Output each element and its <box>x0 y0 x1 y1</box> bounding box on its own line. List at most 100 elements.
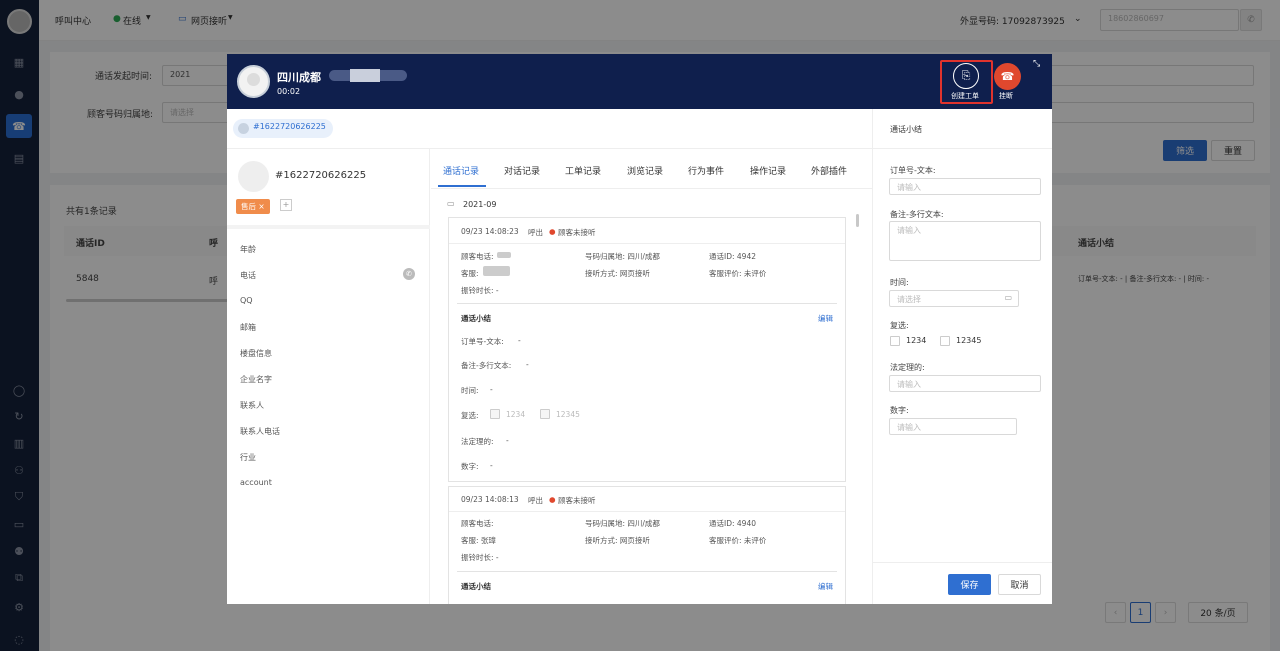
field-age: 年龄 <box>240 245 256 254</box>
record-divider <box>449 243 845 244</box>
legal-label: 法定理的: <box>890 363 925 372</box>
checkbox-1234[interactable] <box>890 336 900 346</box>
checkbox-1234-label: 1234 <box>906 336 927 345</box>
summary-order-value: - <box>518 336 521 345</box>
record-direction: 呼出 <box>528 228 543 237</box>
summary-divider <box>457 571 837 572</box>
record-time: 09/23 14:08:23 <box>461 227 519 236</box>
check-label: 复选: <box>890 321 909 330</box>
time-picker-placeholder: 请选择 <box>897 295 921 304</box>
record-origin: 号码归属地: 四川/成都 <box>585 519 660 528</box>
call-record-card: 09/23 14:08:13 呼出 ● 顾客未接听 顾客电话: 号码归属地: 四… <box>448 486 846 604</box>
calendar-icon: ▭ <box>1004 293 1012 302</box>
summary-legal-label: 法定理的: <box>461 437 494 446</box>
call-record-card: 09/23 14:08:23 呼出 ● 顾客未接听 顾客电话: 号码归属地: 四… <box>448 217 846 482</box>
records-scrollbar[interactable] <box>856 214 859 227</box>
redacted-block <box>350 69 380 82</box>
status-dot-icon: ● <box>549 495 556 504</box>
time-picker[interactable]: 请选择 ▭ <box>889 290 1019 307</box>
order-label: 订单号-文本: <box>890 166 936 175</box>
create-ticket-label[interactable]: 创建工单 <box>951 91 979 101</box>
chip-avatar-icon <box>238 123 249 134</box>
checkbox-12345-label: 12345 <box>956 336 982 345</box>
record-divider <box>449 511 845 512</box>
record-time: 09/23 14:08:13 <box>461 495 519 504</box>
modal-header: 四川成都 00:02 ⎘ 创建工单 ☎ 挂断 ⤡ <box>227 54 1052 109</box>
summary-panel-divider <box>873 148 1052 149</box>
summary-time-value: - <box>490 385 493 394</box>
record-rating: 客服评价: 未评价 <box>709 536 767 545</box>
tab-call-records[interactable]: 通话记录 <box>443 164 479 177</box>
field-email: 邮箱 <box>240 323 256 332</box>
summary-panel-title: 通话小结 <box>890 125 922 134</box>
number-label: 数字: <box>890 406 909 415</box>
summary-legal-value: - <box>506 436 509 445</box>
tab-behavior-events[interactable]: 行为事件 <box>688 164 724 177</box>
save-button[interactable]: 保存 <box>948 574 991 595</box>
record-direction: 呼出 <box>528 496 543 505</box>
minimize-icon[interactable]: ⤡ <box>1033 59 1040 69</box>
month-label: 2021-09 <box>463 200 497 209</box>
record-answer-mode: 接听方式: 网页接听 <box>585 536 650 545</box>
redacted-phone <box>497 252 511 258</box>
caller-avatar <box>237 65 270 98</box>
record-answer-mode: 接听方式: 网页接听 <box>585 269 650 278</box>
record-rating: 客服评价: 未评价 <box>709 269 767 278</box>
summary-note-value: - <box>526 360 529 369</box>
tab-external-plugins[interactable]: 外部插件 <box>811 164 847 177</box>
summary-note-label: 备注-多行文本: <box>461 361 512 370</box>
status-dot-icon: ● <box>549 227 556 236</box>
checkbox-12345[interactable] <box>940 336 950 346</box>
tabs-divider <box>431 188 872 189</box>
note-textarea[interactable]: 请输入 <box>889 221 1041 261</box>
legal-input[interactable]: 请输入 <box>889 375 1041 392</box>
tab-browse-records[interactable]: 浏览记录 <box>627 164 663 177</box>
edit-link[interactable]: 编辑 <box>818 581 833 592</box>
record-status: 顾客未接听 <box>558 496 596 505</box>
summary-number-value: - <box>490 461 493 470</box>
hangup-label[interactable]: 挂断 <box>999 91 1013 101</box>
field-contact: 联系人 <box>240 401 264 410</box>
cancel-button[interactable]: 取消 <box>998 574 1041 595</box>
create-ticket-button[interactable]: ⎘ <box>953 63 979 89</box>
checkbox-1234 <box>490 409 500 419</box>
summary-panel: 通话小结 订单号-文本: 请输入 备注-多行文本: 请输入 时间: 请选择 ▭ 复… <box>872 109 1052 604</box>
note-label: 备注-多行文本: <box>890 210 944 219</box>
edit-link[interactable]: 编辑 <box>818 313 833 324</box>
record-status: 顾客未接听 <box>558 228 596 237</box>
customer-id: #1622720626225 <box>275 170 367 181</box>
summary-check-label: 复选: <box>461 411 479 420</box>
record-call-id: 通话ID: 4942 <box>709 252 756 261</box>
tab-operation-records[interactable]: 操作记录 <box>750 164 786 177</box>
customer-chip[interactable]: #1622720626225 <box>233 119 333 138</box>
record-ring: 振铃时长: - <box>461 553 499 562</box>
order-input[interactable]: 请输入 <box>889 178 1041 195</box>
tab-ticket-records[interactable]: 工单记录 <box>565 164 601 177</box>
record-customer-phone: 顾客电话: <box>461 519 494 528</box>
summary-order-label: 订单号-文本: <box>461 337 504 346</box>
summary-number-label: 数字: <box>461 462 479 471</box>
divider <box>227 225 430 229</box>
summary-title: 通话小结 <box>461 314 491 323</box>
phone-call-icon[interactable]: ✆ <box>403 268 415 280</box>
customer-avatar <box>238 161 269 192</box>
number-input[interactable]: 请输入 <box>889 418 1017 435</box>
tag-badge[interactable]: 售后 × <box>236 199 270 214</box>
time-label: 时间: <box>890 278 909 287</box>
summary-time-label: 时间: <box>461 386 479 395</box>
field-phone: 电话 <box>240 271 256 280</box>
redacted-agent <box>483 266 510 276</box>
checkbox-12345 <box>540 409 550 419</box>
field-contact-phone: 联系人电话 <box>240 427 280 436</box>
active-tab-indicator <box>438 185 486 187</box>
call-timer: 00:02 <box>277 87 301 96</box>
field-property: 楼盘信息 <box>240 349 272 358</box>
caller-name: 四川成都 <box>277 71 321 84</box>
record-call-id: 通话ID: 4940 <box>709 519 756 528</box>
footer-divider <box>873 562 1052 563</box>
record-customer-phone: 顾客电话: <box>461 252 494 261</box>
hangup-button[interactable]: ☎ <box>994 63 1021 90</box>
add-tag-button[interactable]: + <box>280 199 292 211</box>
customer-panel: #1622720626225 售后 × + 年龄 电话 ✆ QQ 邮箱 楼盘信息… <box>227 149 430 604</box>
tab-chat-records[interactable]: 对话记录 <box>504 164 540 177</box>
